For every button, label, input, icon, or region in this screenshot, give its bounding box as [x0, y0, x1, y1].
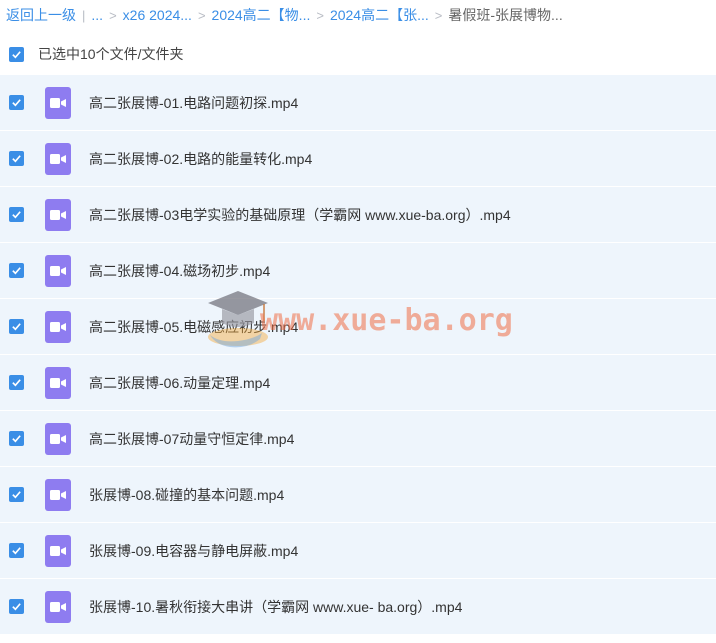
- crumb-item[interactable]: 2024高二【物...: [212, 5, 311, 25]
- back-link[interactable]: 返回上一级: [6, 5, 76, 25]
- file-checkbox[interactable]: [9, 95, 24, 110]
- video-file-icon: [45, 254, 71, 287]
- file-checkbox[interactable]: [9, 543, 24, 558]
- crumb-item[interactable]: 2024高二【张...: [330, 5, 429, 25]
- video-file-icon: [45, 422, 71, 455]
- file-name[interactable]: 高二张展博-04.磁场初步.mp4: [89, 261, 270, 281]
- crumb-item[interactable]: x26 2024...: [123, 7, 192, 23]
- video-file-icon: [45, 534, 71, 567]
- video-file-icon: [45, 142, 71, 175]
- select-all-checkbox[interactable]: [9, 46, 24, 62]
- file-name[interactable]: 高二张展博-05.电磁感应初步.mp4: [89, 317, 298, 337]
- file-row[interactable]: 高二张展博-03电学实验的基础原理（学霸网 www.xue-ba.org）.mp…: [0, 187, 716, 243]
- file-row[interactable]: 高二张展博-01.电路问题初探.mp4: [0, 75, 716, 131]
- file-row[interactable]: 张展博-09.电容器与静电屏蔽.mp4: [0, 523, 716, 579]
- file-checkbox[interactable]: [9, 151, 24, 166]
- file-name[interactable]: 张展博-08.碰撞的基本问题.mp4: [89, 485, 284, 505]
- check-icon: [12, 379, 21, 387]
- crumb-ellipsis[interactable]: ...: [91, 7, 103, 23]
- file-name[interactable]: 张展博-10.暑秋衔接大串讲（学霸网 www.xue- ba.org）.mp4: [89, 597, 462, 617]
- file-checkbox[interactable]: [9, 599, 24, 614]
- file-row[interactable]: 张展博-10.暑秋衔接大串讲（学霸网 www.xue- ba.org）.mp4: [0, 579, 716, 635]
- file-name[interactable]: 高二张展博-02.电路的能量转化.mp4: [89, 149, 312, 169]
- chevron-right-icon: >: [316, 7, 324, 23]
- file-name[interactable]: 张展博-09.电容器与静电屏蔽.mp4: [89, 541, 298, 561]
- video-file-icon: [45, 366, 71, 399]
- file-row[interactable]: 高二张展博-04.磁场初步.mp4: [0, 243, 716, 299]
- file-row[interactable]: 张展博-08.碰撞的基本问题.mp4: [0, 467, 716, 523]
- video-file-icon: [45, 590, 71, 623]
- file-name[interactable]: 高二张展博-07动量守恒定律.mp4: [89, 429, 294, 449]
- crumb-current: 暑假班-张展博物...: [448, 7, 563, 23]
- check-icon: [12, 603, 21, 611]
- file-row[interactable]: 高二张展博-07动量守恒定律.mp4: [0, 411, 716, 467]
- file-row[interactable]: 高二张展博-02.电路的能量转化.mp4: [0, 131, 716, 187]
- check-icon: [12, 323, 21, 331]
- check-icon: [12, 155, 21, 163]
- file-checkbox[interactable]: [9, 263, 24, 278]
- check-icon: [12, 50, 21, 58]
- video-file-icon: [45, 478, 71, 511]
- selection-count-label: 已选中10个文件/文件夹: [38, 46, 184, 62]
- file-checkbox[interactable]: [9, 487, 24, 502]
- file-checkbox[interactable]: [9, 375, 24, 390]
- check-icon: [12, 267, 21, 275]
- check-icon: [12, 99, 21, 107]
- file-row[interactable]: 高二张展博-06.动量定理.mp4: [0, 355, 716, 411]
- check-icon: [12, 211, 21, 219]
- video-file-icon: [45, 310, 71, 343]
- crumb-separator: |: [82, 7, 86, 23]
- check-icon: [12, 435, 21, 443]
- file-name[interactable]: 高二张展博-01.电路问题初探.mp4: [89, 93, 298, 113]
- check-icon: [12, 491, 21, 499]
- file-name[interactable]: 高二张展博-03电学实验的基础原理（学霸网 www.xue-ba.org）.mp…: [89, 205, 511, 225]
- video-file-icon: [45, 86, 71, 119]
- chevron-right-icon: >: [197, 7, 206, 23]
- file-checkbox[interactable]: [9, 319, 24, 334]
- file-name[interactable]: 高二张展博-06.动量定理.mp4: [89, 373, 270, 393]
- breadcrumb: 返回上一级 | ... > x26 2024... > 2024高二【物... …: [0, 0, 716, 30]
- chevron-right-icon: >: [109, 7, 117, 23]
- file-checkbox[interactable]: [9, 431, 24, 446]
- video-file-icon: [45, 198, 71, 231]
- select-all-bar: 已选中10个文件/文件夹: [0, 37, 716, 71]
- file-row[interactable]: 高二张展博-05.电磁感应初步.mp4: [0, 299, 716, 355]
- chevron-right-icon: >: [434, 7, 443, 23]
- check-icon: [12, 547, 21, 555]
- file-list: 高二张展博-01.电路问题初探.mp4 高二张展博-02.电路的能量转化.mp4…: [0, 75, 716, 635]
- file-checkbox[interactable]: [9, 207, 24, 222]
